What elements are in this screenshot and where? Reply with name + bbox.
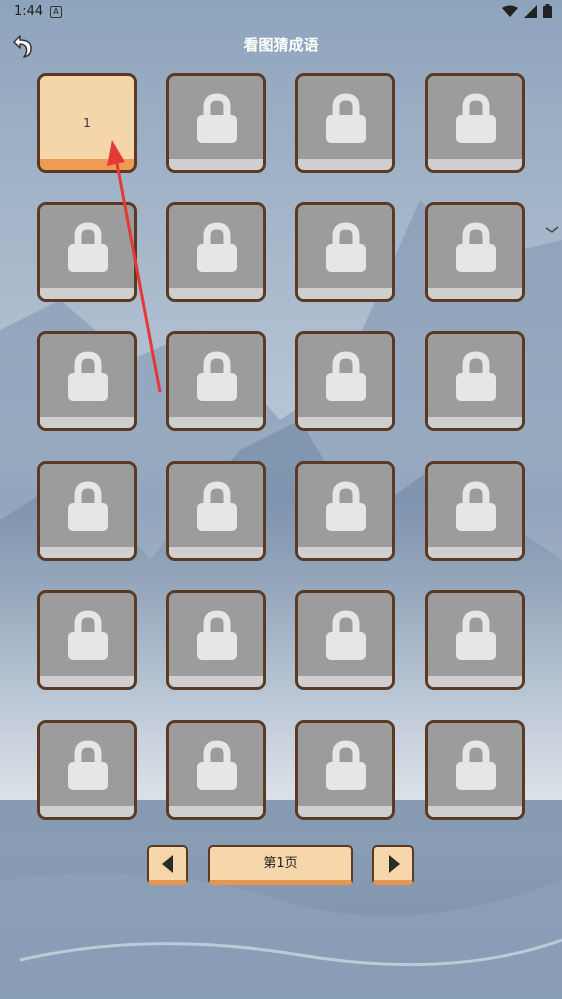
battery-icon [543, 4, 552, 18]
notification-icon: A [50, 6, 62, 18]
level-cell[interactable] [295, 590, 395, 690]
level-cell[interactable] [166, 461, 266, 561]
padlock-icon [456, 481, 496, 531]
wifi-icon [502, 5, 518, 17]
level-cell[interactable] [37, 331, 137, 431]
level-base [169, 417, 263, 428]
level-base [40, 806, 134, 817]
padlock-icon [68, 222, 108, 272]
level-cell[interactable] [166, 720, 266, 820]
level-cell[interactable] [295, 331, 395, 431]
level-cell[interactable] [37, 461, 137, 561]
level-base [169, 547, 263, 558]
padlock-icon [326, 93, 366, 143]
level-base [40, 547, 134, 558]
status-bar: 1:44 A [0, 0, 562, 24]
level-cell[interactable] [166, 590, 266, 690]
padlock-icon [68, 740, 108, 790]
level-base [40, 288, 134, 299]
padlock-icon [197, 222, 237, 272]
level-base [40, 676, 134, 687]
status-time: 1:44 [14, 4, 44, 19]
title-bar: 看图猜成语 [0, 24, 562, 64]
level-base [428, 676, 522, 687]
level-base [169, 159, 263, 170]
level-cell[interactable] [166, 202, 266, 302]
level-cell[interactable] [37, 720, 137, 820]
page-title: 看图猜成语 [243, 36, 319, 54]
padlock-icon [68, 481, 108, 531]
level-base [298, 806, 392, 817]
padlock-icon [197, 351, 237, 401]
level-cell[interactable] [166, 331, 266, 431]
level-base [298, 288, 392, 299]
padlock-icon [456, 740, 496, 790]
level-cell[interactable] [295, 461, 395, 561]
padlock-icon [68, 610, 108, 660]
padlock-icon [326, 740, 366, 790]
padlock-icon [456, 93, 496, 143]
padlock-icon [456, 222, 496, 272]
padlock-icon [456, 351, 496, 401]
padlock-icon [197, 93, 237, 143]
level-grid: 1 [37, 73, 527, 823]
level-base [298, 159, 392, 170]
level-cell[interactable] [37, 590, 137, 690]
level-cell[interactable] [425, 331, 525, 431]
level-cell[interactable] [295, 73, 395, 173]
level-cell[interactable] [37, 202, 137, 302]
padlock-icon [326, 481, 366, 531]
level-base [298, 417, 392, 428]
level-cell[interactable]: 1 [37, 73, 137, 173]
level-base [40, 417, 134, 428]
level-base [428, 806, 522, 817]
level-cell[interactable] [425, 720, 525, 820]
padlock-icon [326, 610, 366, 660]
level-base [428, 288, 522, 299]
level-cell[interactable] [425, 461, 525, 561]
padlock-icon [197, 740, 237, 790]
padlock-icon [456, 610, 496, 660]
padlock-icon [197, 481, 237, 531]
cellular-signal-icon [524, 4, 537, 18]
page-indicator: 第1页 [208, 845, 353, 885]
level-base [298, 547, 392, 558]
prev-page-button[interactable] [147, 845, 188, 885]
triangle-left-icon [162, 855, 173, 873]
padlock-icon [68, 351, 108, 401]
padlock-icon [326, 222, 366, 272]
level-base [169, 288, 263, 299]
level-cell[interactable] [425, 73, 525, 173]
level-base [428, 547, 522, 558]
level-cell[interactable] [166, 73, 266, 173]
level-cell[interactable] [295, 202, 395, 302]
level-base [169, 806, 263, 817]
level-cell[interactable] [425, 202, 525, 302]
pager: 第1页 [0, 845, 562, 887]
padlock-icon [326, 351, 366, 401]
level-base [428, 417, 522, 428]
level-base [169, 676, 263, 687]
level-base [428, 159, 522, 170]
next-page-button[interactable] [372, 845, 414, 885]
level-base [40, 159, 134, 170]
level-base [298, 676, 392, 687]
level-cell[interactable] [295, 720, 395, 820]
level-cell[interactable] [425, 590, 525, 690]
triangle-right-icon [389, 855, 400, 873]
level-number: 1 [83, 116, 91, 130]
padlock-icon [197, 610, 237, 660]
